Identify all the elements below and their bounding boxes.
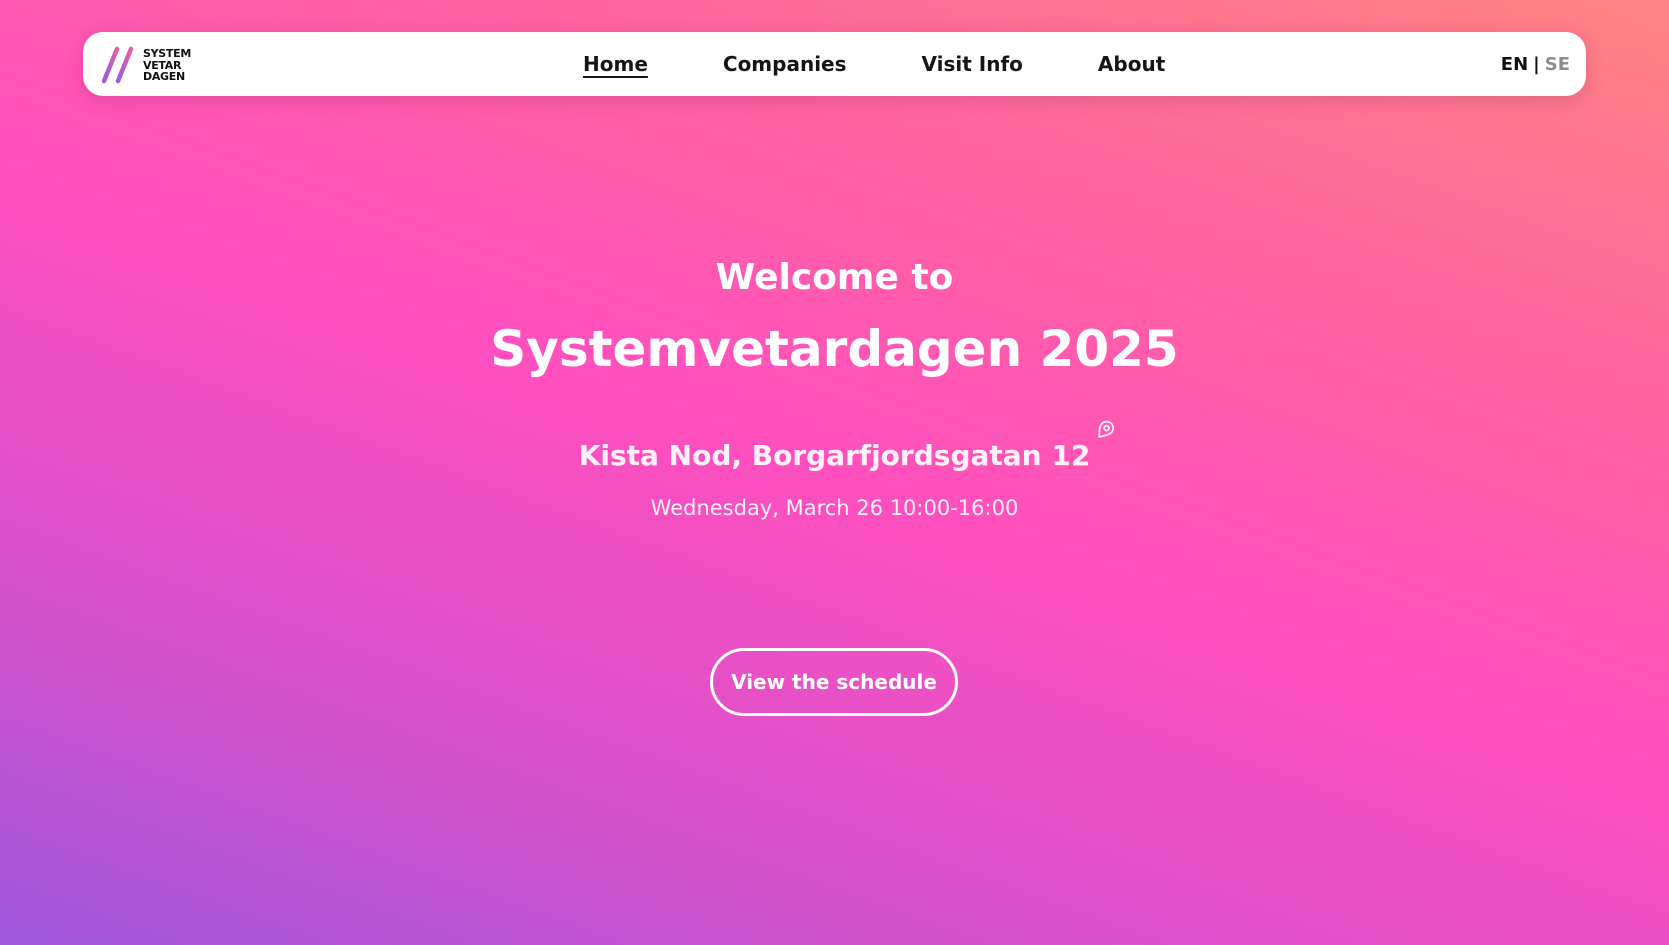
navbar: SYSTEM VETAR DAGEN Home Companies Visit … — [83, 32, 1586, 96]
nav-item-home[interactable]: Home — [583, 52, 648, 76]
nav-item-companies[interactable]: Companies — [723, 52, 847, 76]
logo-wordmark: SYSTEM VETAR DAGEN — [143, 48, 191, 83]
logo-slashes-icon — [101, 46, 134, 84]
lang-option-en[interactable]: EN — [1501, 54, 1528, 75]
logo-line: DAGEN — [143, 70, 185, 83]
hero-location[interactable]: Kista Nod, Borgarfjordsgatan 12 — [578, 420, 1115, 476]
hero-datetime: Wednesday, March 26 10:00-16:00 — [650, 496, 1019, 520]
view-schedule-button[interactable]: View the schedule — [710, 648, 958, 716]
hero-location-row: Kista Nod, Borgarfjordsgatan 12 — [0, 420, 1669, 476]
hero-location-text: Kista Nod, Borgarfjordsgatan 12 — [578, 439, 1091, 472]
logo-line: SYSTEM — [143, 47, 191, 60]
nav-item-visit-info[interactable]: Visit Info — [922, 52, 1023, 76]
lang-option-se[interactable]: SE — [1545, 54, 1570, 75]
nav-item-about[interactable]: About — [1098, 52, 1165, 76]
main-nav: Home Companies Visit Info About — [583, 32, 1165, 96]
language-switcher: EN | SE — [1501, 32, 1570, 96]
hero-title: Systemvetardagen 2025 — [490, 320, 1179, 378]
lang-separator: | — [1533, 53, 1540, 75]
location-pin-icon[interactable] — [1094, 419, 1116, 441]
site-logo[interactable]: SYSTEM VETAR DAGEN — [101, 45, 211, 85]
hero-welcome: Welcome to — [715, 257, 954, 298]
